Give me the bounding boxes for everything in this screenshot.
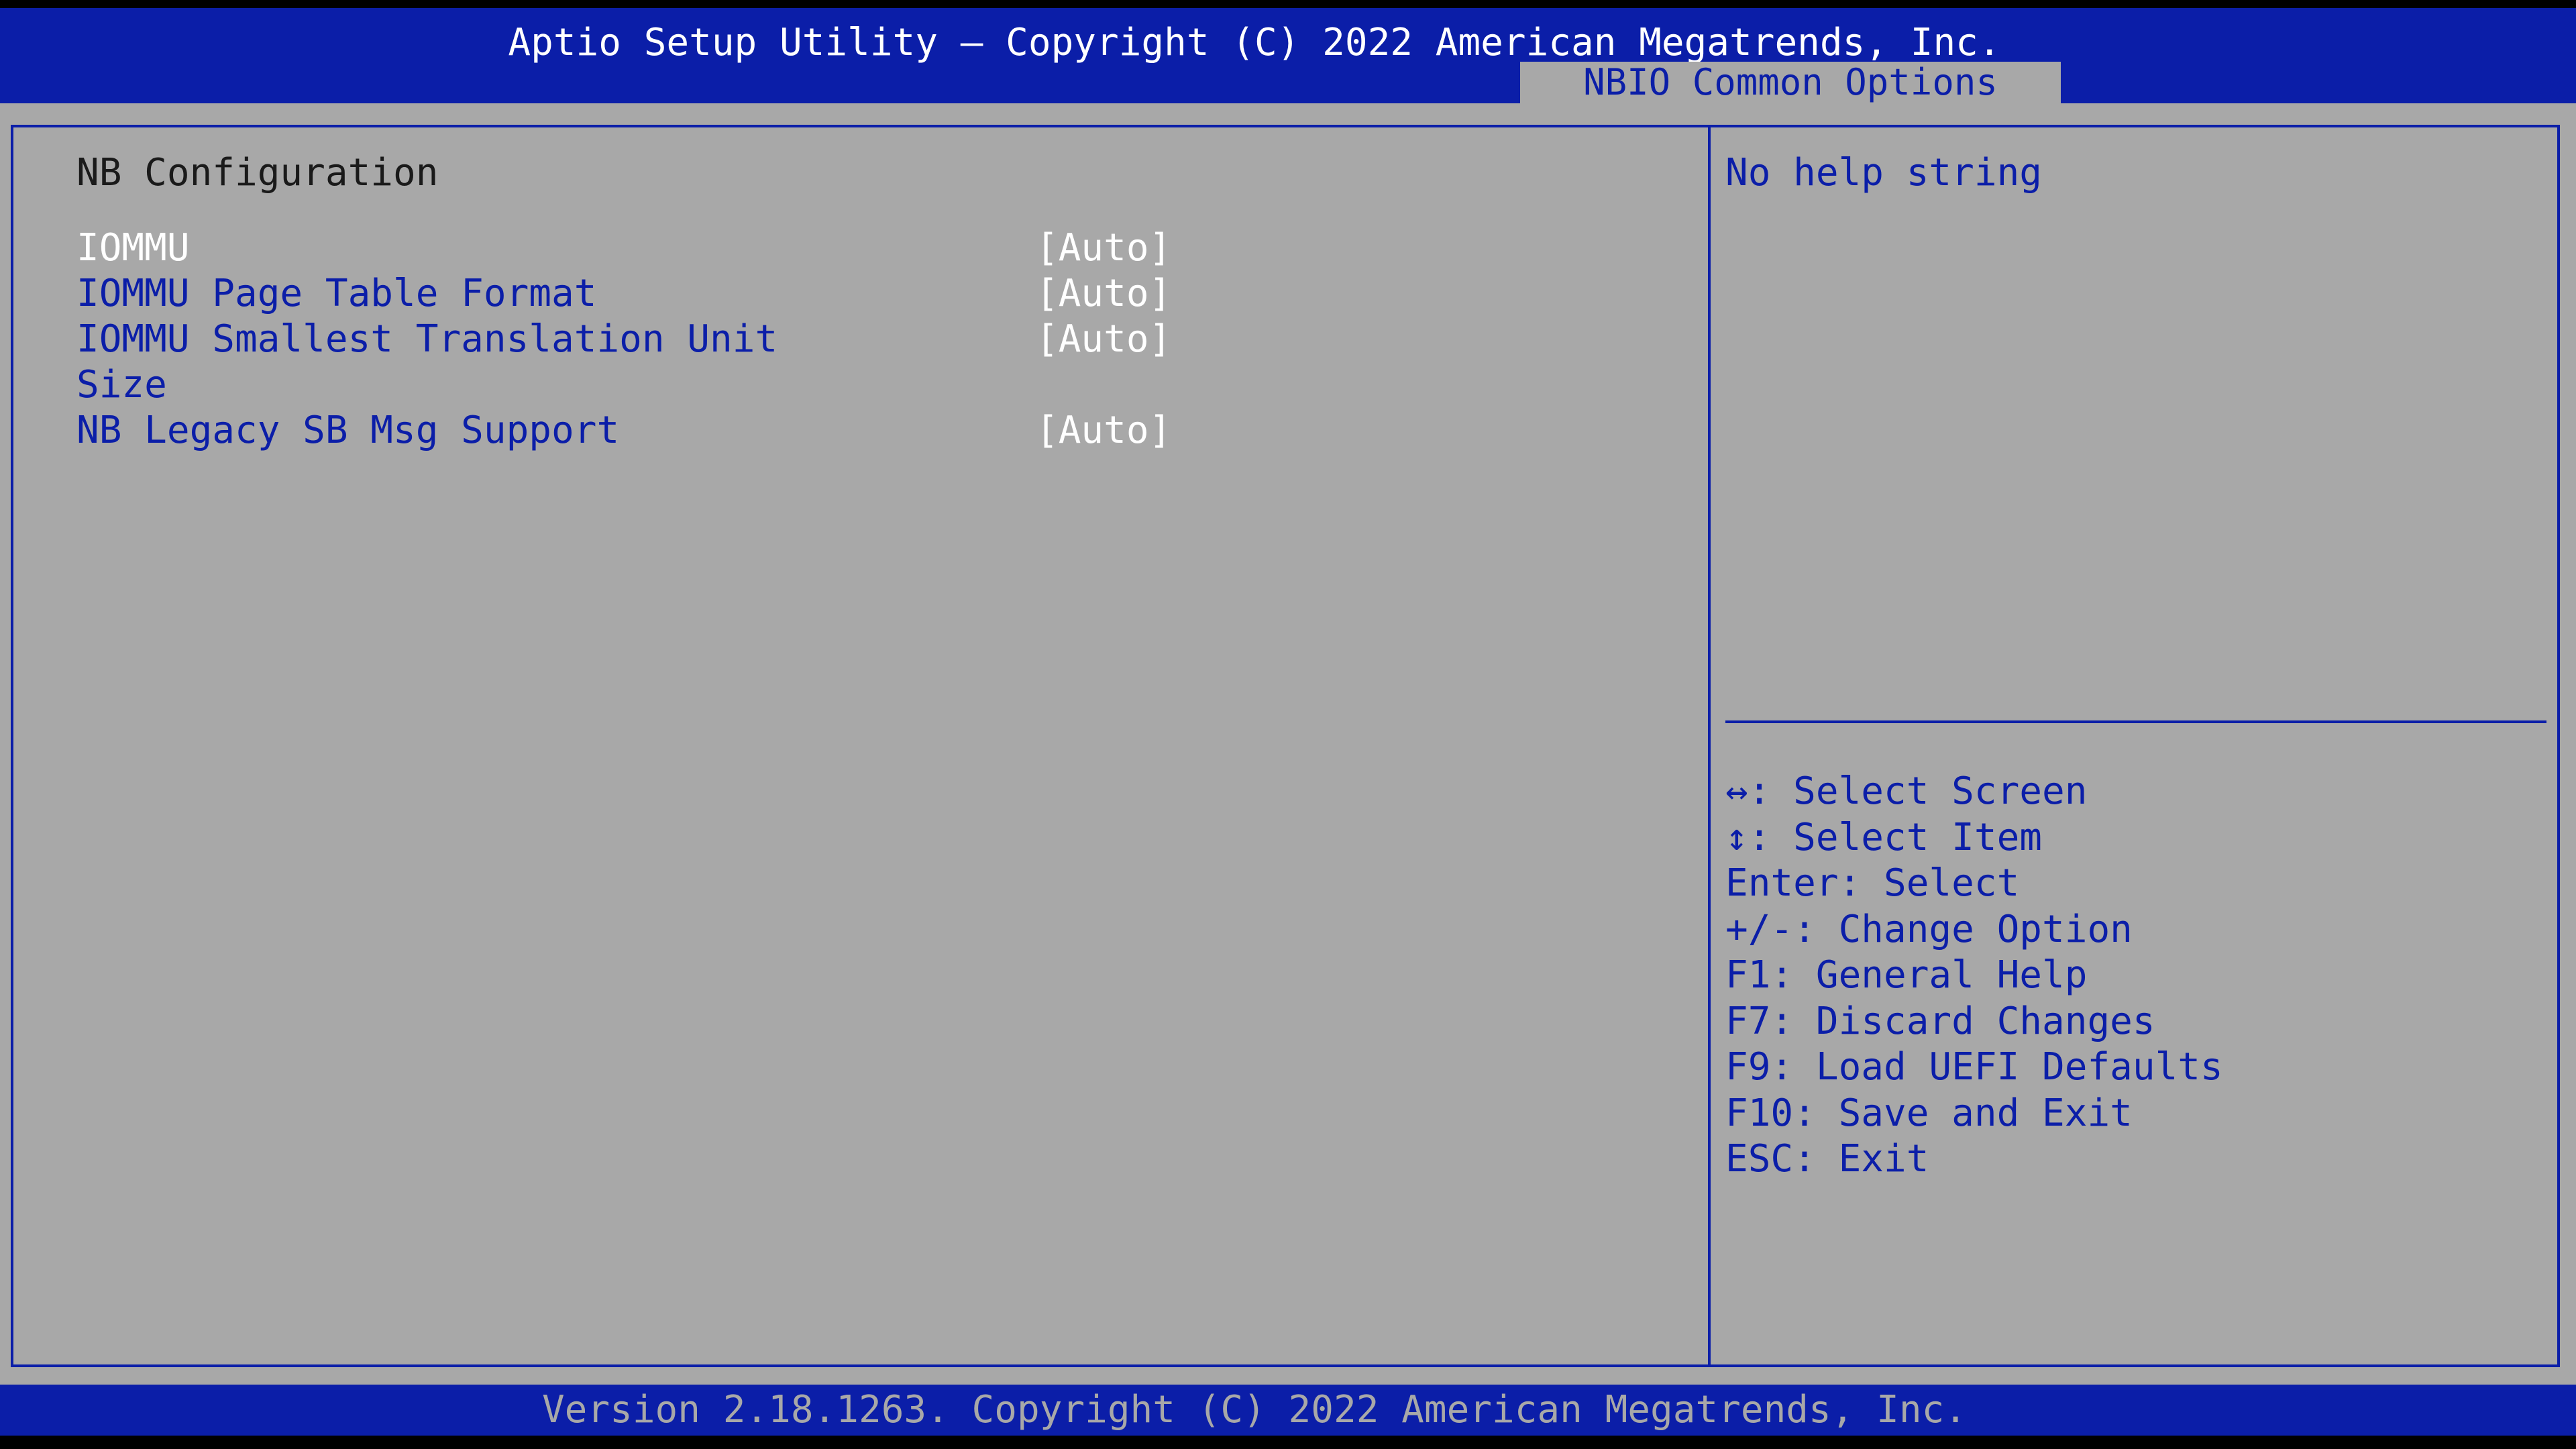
key-legend: ↔: Select Screen ↕: Select Item Enter: S… (1725, 769, 2223, 1183)
help-divider (1725, 720, 2546, 723)
key-legend-select-screen: ↔: Select Screen (1725, 769, 2088, 813)
setting-iommu-page-table-format[interactable]: IOMMU Page Table Format [Auto] (76, 271, 1217, 317)
help-pane: No help string ↔: Select Screen ↕: Selec… (1711, 127, 2557, 1364)
setting-label-iommu: IOMMU (76, 226, 190, 270)
key-legend-discard-changes: F7: Discard Changes (1725, 999, 2155, 1043)
setting-iommu[interactable]: IOMMU [Auto] (76, 225, 1217, 271)
key-legend-change-option: +/-: Change Option (1725, 907, 2133, 951)
setting-value-iommu-page-table-format[interactable]: [Auto] (1036, 271, 1171, 317)
key-legend-select-item: ↕: Select Item (1725, 815, 2043, 859)
key-legend-save-and-exit: F10: Save and Exit (1725, 1091, 2133, 1135)
key-legend-exit: ESC: Exit (1725, 1137, 1929, 1181)
setting-label-iommu-smallest-translation-unit: IOMMU Smallest Translation Unit (76, 317, 778, 361)
setting-nb-legacy-sb-msg-support[interactable]: NB Legacy SB Msg Support [Auto] (76, 408, 1217, 453)
setting-label-nb-legacy-sb-msg-support: NB Legacy SB Msg Support (76, 409, 620, 452)
setting-label-iommu-page-table-format: IOMMU Page Table Format (76, 272, 597, 315)
tab-nbio-common-options[interactable]: NBIO Common Options (1520, 62, 2061, 103)
page-title: NB Configuration (76, 151, 439, 195)
key-legend-enter-select: Enter: Select (1725, 861, 2020, 905)
setting-value-nb-legacy-sb-msg-support[interactable]: [Auto] (1036, 408, 1171, 453)
setting-label-iommu-smallest-translation-unit-line2: Size (76, 363, 167, 407)
setting-iommu-smallest-translation-unit-size[interactable]: IOMMU Smallest Translation Unit Size [Au… (76, 317, 1217, 408)
header-title: Aptio Setup Utility – Copyright (C) 2022… (508, 21, 2001, 64)
bios-screen: Aptio Setup Utility – Copyright (C) 2022… (0, 0, 2576, 1449)
help-text: No help string (1725, 151, 2043, 195)
header-bar: Aptio Setup Utility – Copyright (C) 2022… (0, 8, 2576, 103)
settings-pane: NB Configuration IOMMU [Auto] IOMMU Page… (13, 127, 1708, 1364)
main-panel: NB Configuration IOMMU [Auto] IOMMU Page… (0, 103, 2576, 1385)
footer-version-text: Version 2.18.1263. Copyright (C) 2022 Am… (541, 1388, 1968, 1432)
setting-value-iommu-smallest-translation-unit-size[interactable]: [Auto] (1036, 317, 1171, 362)
key-legend-general-help: F1: General Help (1725, 953, 2088, 997)
key-legend-load-uefi-defaults: F9: Load UEFI Defaults (1725, 1045, 2223, 1089)
setting-value-iommu[interactable]: [Auto] (1036, 225, 1171, 271)
footer-bar: Version 2.18.1263. Copyright (C) 2022 Am… (0, 1385, 2576, 1436)
